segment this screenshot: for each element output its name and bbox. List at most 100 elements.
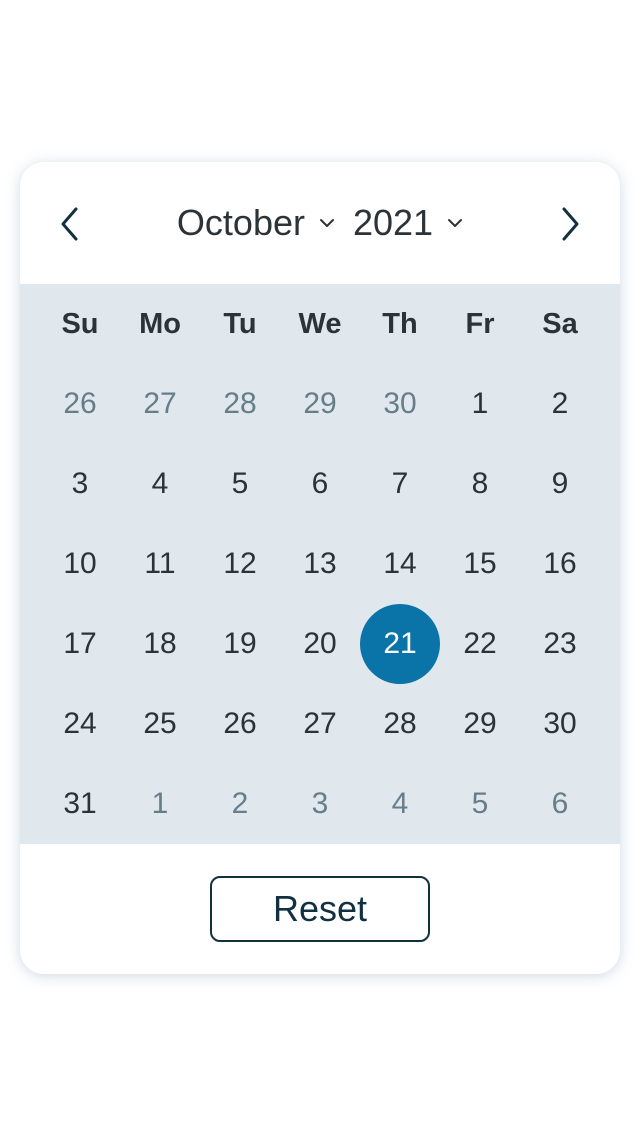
day-cell[interactable]: 17 <box>40 604 120 684</box>
day-number: 6 <box>311 467 329 500</box>
month-label: October <box>176 202 305 243</box>
day-number: 23 <box>543 627 577 660</box>
day-cell[interactable]: 6 <box>280 444 360 524</box>
day-cell[interactable]: 27 <box>280 684 360 764</box>
week-row: 3 4 5 6 7 8 9 <box>20 444 620 524</box>
day-cell[interactable]: 3 <box>40 444 120 524</box>
calendar-footer: Reset <box>20 844 620 974</box>
adjacent-month-day-cell[interactable]: 3 <box>280 764 360 844</box>
day-number: 21 <box>383 627 417 660</box>
adjacent-month-day-cell[interactable]: 1 <box>120 764 200 844</box>
day-cell[interactable]: 9 <box>520 444 600 524</box>
day-cell[interactable]: 26 <box>200 684 280 764</box>
day-number: 3 <box>71 467 89 500</box>
day-number: 7 <box>391 467 409 500</box>
week-row: 24 25 26 27 28 29 30 <box>20 684 620 764</box>
weekday-label: Sa <box>542 307 578 340</box>
day-number: 29 <box>463 707 497 740</box>
day-number: 16 <box>543 547 577 580</box>
day-cell[interactable]: 11 <box>120 524 200 604</box>
weekday-label: Tu <box>223 307 257 340</box>
day-number: 27 <box>303 707 337 740</box>
date-picker: October 2021 Su Mo Tu We Th Fr Sa 26 27 28 29 30 1 2 3… <box>20 162 620 974</box>
day-number: 1 <box>151 787 169 820</box>
weekday-label: Th <box>382 307 418 340</box>
adjacent-month-day-cell[interactable]: 6 <box>520 764 600 844</box>
week-row: 26 27 28 29 30 1 2 <box>20 364 620 444</box>
day-cell[interactable]: 29 <box>440 684 520 764</box>
day-number: 4 <box>151 467 169 500</box>
adjacent-month-day-cell[interactable]: 29 <box>280 364 360 444</box>
day-number: 5 <box>471 787 489 820</box>
day-number: 22 <box>463 627 497 660</box>
day-number: 30 <box>543 707 577 740</box>
day-number: 15 <box>463 547 497 580</box>
weekday-label: Fr <box>465 307 495 340</box>
day-number: 27 <box>143 387 177 420</box>
weekday-label: Su <box>61 307 99 340</box>
selected-day-cell[interactable]: 21 <box>360 604 440 684</box>
month-year-selectors: October 2021 <box>20 200 620 246</box>
weekday-label: We <box>298 307 342 340</box>
day-cell[interactable]: 7 <box>360 444 440 524</box>
day-number: 30 <box>383 387 417 420</box>
day-number: 4 <box>391 787 409 820</box>
day-cell[interactable]: 31 <box>40 764 120 844</box>
day-cell[interactable]: 15 <box>440 524 520 604</box>
adjacent-month-day-cell[interactable]: 28 <box>200 364 280 444</box>
day-cell[interactable]: 20 <box>280 604 360 684</box>
day-cell[interactable]: 1 <box>440 364 520 444</box>
day-cell[interactable]: 30 <box>520 684 600 764</box>
reset-button[interactable]: Reset <box>210 876 430 942</box>
chevron-down-icon <box>319 219 334 227</box>
adjacent-month-day-cell[interactable]: 2 <box>200 764 280 844</box>
weekday-label: Mo <box>139 307 181 340</box>
chevron-down-icon <box>448 219 463 227</box>
next-month-button[interactable] <box>548 202 592 246</box>
day-cell[interactable]: 10 <box>40 524 120 604</box>
day-cell[interactable]: 4 <box>120 444 200 524</box>
day-cell[interactable]: 22 <box>440 604 520 684</box>
week-row: 10 11 12 13 14 15 16 <box>20 524 620 604</box>
day-cell[interactable]: 25 <box>120 684 200 764</box>
adjacent-month-day-cell[interactable]: 30 <box>360 364 440 444</box>
day-cell[interactable]: 5 <box>200 444 280 524</box>
day-cell[interactable]: 8 <box>440 444 520 524</box>
day-number: 24 <box>63 707 97 740</box>
day-number: 28 <box>223 387 257 420</box>
adjacent-month-day-cell[interactable]: 27 <box>120 364 200 444</box>
day-cell[interactable]: 13 <box>280 524 360 604</box>
day-cell[interactable]: 2 <box>520 364 600 444</box>
day-number: 20 <box>303 627 337 660</box>
year-label: 2021 <box>352 202 434 243</box>
day-cell[interactable]: 24 <box>40 684 120 764</box>
day-cell[interactable]: 18 <box>120 604 200 684</box>
day-number: 9 <box>551 467 569 500</box>
day-number: 19 <box>223 627 257 660</box>
day-number: 29 <box>303 387 337 420</box>
weekday-header-row: Su Mo Tu We Th Fr Sa <box>20 284 620 364</box>
day-number: 2 <box>551 387 569 420</box>
day-number: 12 <box>223 547 257 580</box>
calendar-grid: Su Mo Tu We Th Fr Sa 26 27 28 29 30 1 2 3 4 5 6 7 8 9 10 11 12 1… <box>20 284 620 844</box>
chevron-right-icon <box>562 207 579 241</box>
day-number: 11 <box>144 547 176 580</box>
day-cell[interactable]: 28 <box>360 684 440 764</box>
day-number: 2 <box>231 787 249 820</box>
week-row: 31 1 2 3 4 5 6 <box>20 764 620 844</box>
day-cell[interactable]: 12 <box>200 524 280 604</box>
day-number: 26 <box>223 707 257 740</box>
day-number: 31 <box>63 787 97 820</box>
day-cell[interactable]: 23 <box>520 604 600 684</box>
month-select[interactable]: October <box>177 202 335 244</box>
week-row: 17 18 19 20 21 22 23 <box>20 604 620 684</box>
day-number: 6 <box>551 787 569 820</box>
day-number: 13 <box>303 547 337 580</box>
adjacent-month-day-cell[interactable]: 4 <box>360 764 440 844</box>
day-cell[interactable]: 16 <box>520 524 600 604</box>
day-cell[interactable]: 19 <box>200 604 280 684</box>
year-select[interactable]: 2021 <box>353 202 463 244</box>
adjacent-month-day-cell[interactable]: 5 <box>440 764 520 844</box>
adjacent-month-day-cell[interactable]: 26 <box>40 364 120 444</box>
day-cell[interactable]: 14 <box>360 524 440 604</box>
